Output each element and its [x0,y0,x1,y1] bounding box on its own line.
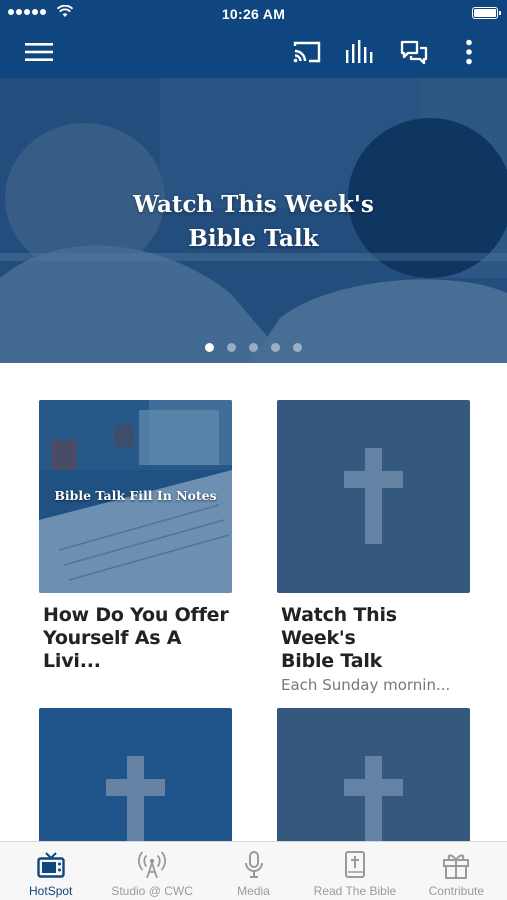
battery-icon [472,7,501,19]
content-card[interactable] [39,708,232,841]
cast-button[interactable] [285,26,329,78]
tv-icon [37,852,65,878]
carousel-dot[interactable] [205,343,214,352]
tab-hotspot[interactable]: HotSpot [0,842,101,900]
tab-label: HotSpot [29,884,73,898]
more-vertical-icon [466,39,472,65]
audio-bars-icon [346,40,373,63]
card-title: How Do You Offer Yourself As A Livi... [43,604,229,672]
card-title: Watch This Week's Bible Talk [281,604,397,672]
more-options-button[interactable] [447,26,491,78]
app-toolbar [0,26,507,78]
tab-read-the-bible[interactable]: Read The Bible [304,842,405,900]
tab-label: Contribute [428,884,485,898]
carousel-page-indicator[interactable] [0,343,507,352]
card-subtitle: Each Sunday mornin... [281,676,451,694]
content-card[interactable]: Bible Talk Fill In Notes How Do You Offe… [39,400,232,673]
card-thumbnail [39,708,232,841]
thumbnail-caption: Bible Talk Fill In Notes [54,488,217,503]
broadcast-tower-icon [138,851,167,879]
hero-carousel[interactable]: Watch This Week's Bible Talk [0,78,507,363]
carousel-dot[interactable] [249,343,258,352]
menu-button[interactable] [17,26,61,78]
card-thumbnail [277,400,470,593]
tab-label: Media [237,884,270,898]
status-bar: 10:26 AM [0,0,507,26]
carousel-dot[interactable] [227,343,236,352]
tab-contribute[interactable]: Contribute [406,842,507,900]
microphone-icon [244,851,263,878]
content-card[interactable]: Watch This Week's Bible Talk Each Sunday… [277,400,470,694]
content-card[interactable] [277,708,470,841]
tab-studio-cwc[interactable]: Studio @ CWC [101,842,202,900]
audio-button[interactable] [338,26,382,78]
chat-button[interactable] [392,26,436,78]
gift-icon [443,854,470,879]
hero-title: Watch This Week's Bible Talk [133,191,374,252]
chat-icon [400,40,428,64]
bottom-tab-bar: HotSpot Studio @ CWC Media Read The Bibl… [0,841,507,900]
content-grid: Bible Talk Fill In Notes How Do You Offe… [0,363,507,841]
tab-media[interactable]: Media [203,842,304,900]
carousel-dot[interactable] [271,343,280,352]
card-thumbnail [277,708,470,841]
tab-label: Studio @ CWC [111,884,193,898]
cast-icon [293,41,321,63]
hamburger-menu-icon [25,43,53,61]
status-time: 10:26 AM [221,6,286,22]
carousel-dot[interactable] [293,343,302,352]
card-thumbnail-notes: Bible Talk Fill In Notes [39,400,232,593]
tab-label: Read The Bible [313,884,397,898]
bible-icon [344,851,365,878]
